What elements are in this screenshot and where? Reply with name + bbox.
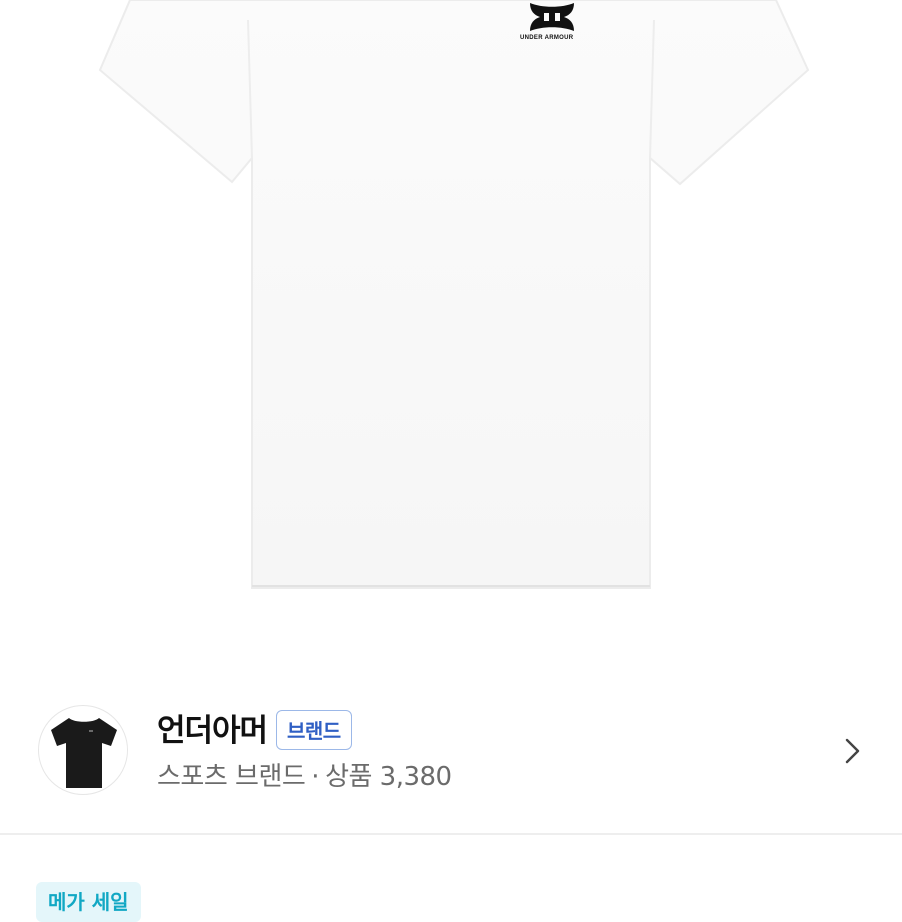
brand-logo-text: UNDER ARMOUR xyxy=(520,35,574,41)
chevron-right-icon[interactable] xyxy=(838,736,866,766)
brand-row[interactable]: 언더아머 브랜드 스포츠 브랜드 · 상품 3,380 xyxy=(0,700,902,800)
sale-tag: 메가 세일 xyxy=(36,882,141,922)
white-tshirt-image xyxy=(98,0,810,589)
brand-category: 스포츠 브랜드 xyxy=(157,762,306,792)
brand-badge: 브랜드 xyxy=(276,710,352,750)
meta-separator: · xyxy=(311,762,320,792)
brand-meta: 스포츠 브랜드 · 상품 3,380 xyxy=(157,760,452,794)
product-image[interactable]: UNDER ARMOUR xyxy=(0,0,902,640)
section-divider xyxy=(0,833,902,835)
brand-avatar[interactable] xyxy=(38,705,128,795)
brand-name: 언더아머 xyxy=(157,713,268,749)
brand-product-count: 상품 3,380 xyxy=(325,762,452,792)
black-tshirt-icon xyxy=(51,718,117,788)
